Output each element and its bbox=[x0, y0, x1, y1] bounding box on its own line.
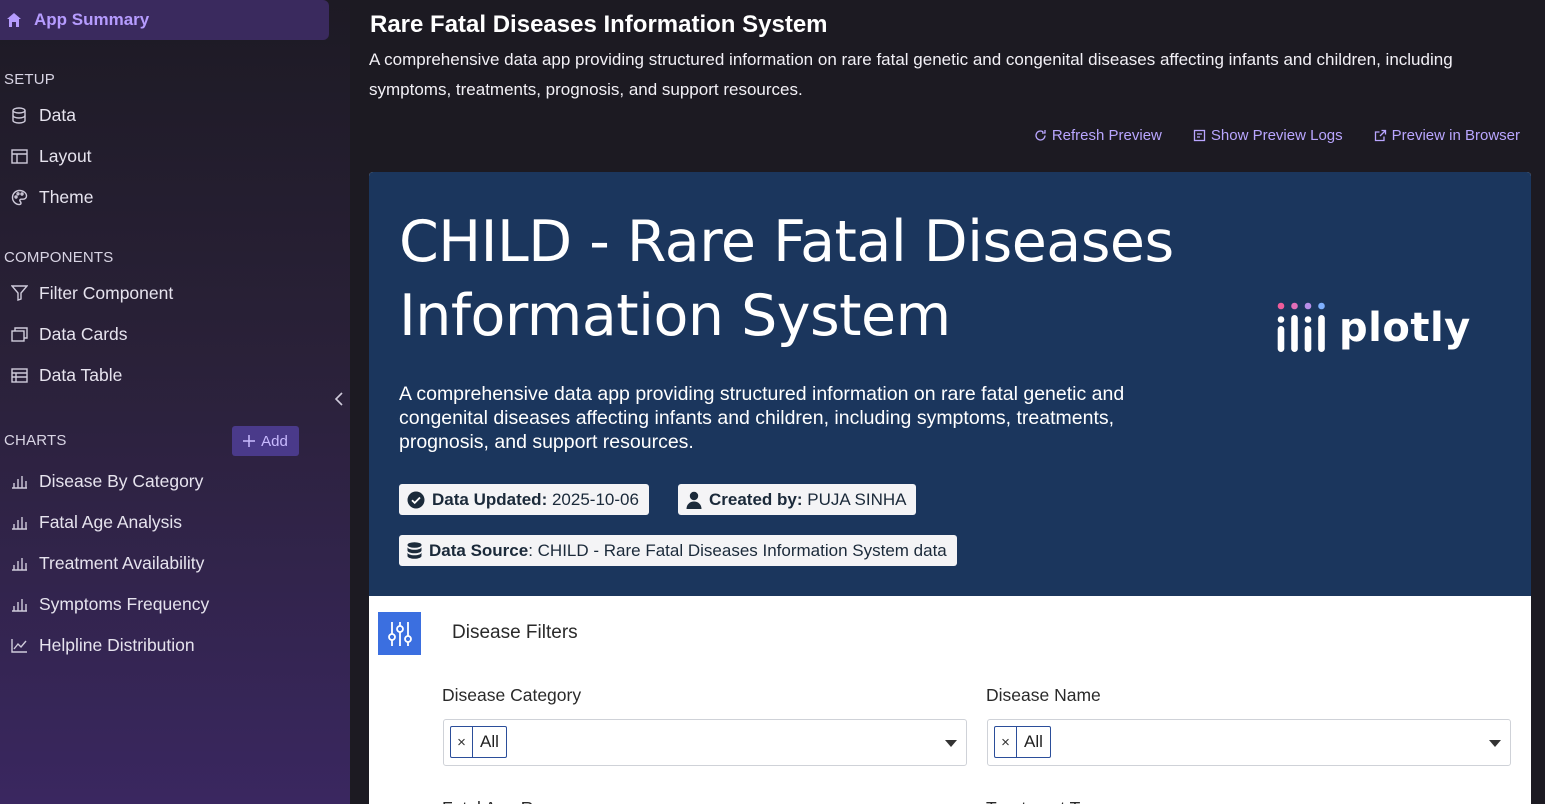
app-summary-label: App Summary bbox=[34, 10, 150, 29]
sliders-icon bbox=[387, 621, 412, 646]
data-updated-value: 2025-10-06 bbox=[551, 489, 639, 509]
chip-remove-button[interactable]: × bbox=[451, 727, 473, 757]
sidebar-item-label: Disease By Category bbox=[39, 470, 204, 491]
filter-icon bbox=[10, 284, 28, 302]
sidebar-item-app-summary[interactable]: App Summary bbox=[0, 0, 329, 40]
data-source-badge: Data Source: CHILD - Rare Fatal Diseases… bbox=[399, 535, 957, 566]
chevron-left-icon bbox=[334, 392, 343, 406]
data-source-value: : CHILD - Rare Fatal Diseases Informatio… bbox=[528, 540, 947, 560]
bar-chart-icon bbox=[10, 472, 28, 490]
database-icon bbox=[10, 106, 28, 124]
sidebar-item-symptoms-frequency[interactable]: Symptoms Frequency bbox=[10, 591, 209, 617]
sidebar: App Summary SETUP Data Layout Theme COMP… bbox=[0, 0, 350, 804]
sidebar-item-label: Helpline Distribution bbox=[39, 634, 195, 655]
section-title-setup: SETUP bbox=[4, 71, 56, 88]
line-chart-icon bbox=[10, 636, 28, 654]
sidebar-item-label: Fatal Age Analysis bbox=[39, 511, 182, 532]
section-title-charts: CHARTS bbox=[4, 432, 67, 449]
sidebar-item-helpline-distribution[interactable]: Helpline Distribution bbox=[10, 632, 195, 658]
created-by-label: Created by: bbox=[709, 489, 803, 509]
sidebar-item-theme[interactable]: Theme bbox=[10, 184, 93, 210]
refresh-preview-label: Refresh Preview bbox=[1051, 127, 1162, 144]
refresh-icon bbox=[1035, 130, 1046, 141]
chip-value: All bbox=[480, 732, 499, 751]
chip-value: All bbox=[1024, 732, 1043, 751]
created-by-badge: Created by: PUJA SINHA bbox=[678, 484, 917, 515]
cards-icon bbox=[10, 325, 28, 343]
preview-in-browser-label: Preview in Browser bbox=[1391, 127, 1520, 144]
treatment-type-label: Treatment Type bbox=[986, 796, 1108, 804]
logs-icon bbox=[1193, 129, 1206, 142]
created-by-value: PUJA SINHA bbox=[807, 489, 907, 509]
bar-chart-icon bbox=[10, 513, 28, 531]
page-title: Rare Fatal Diseases Information System bbox=[370, 11, 828, 38]
plotly-mark-icon bbox=[1277, 302, 1325, 352]
data-updated-label: Data Updated: bbox=[432, 489, 548, 509]
disease-category-dropdown[interactable]: × All bbox=[443, 719, 967, 766]
chevron-down-icon[interactable] bbox=[1489, 740, 1501, 747]
plus-icon bbox=[243, 435, 256, 447]
bar-chart-icon bbox=[10, 595, 28, 613]
disease-category-label: Disease Category bbox=[442, 685, 582, 705]
palette-icon bbox=[10, 188, 28, 206]
sidebar-item-label: Layout bbox=[39, 145, 92, 166]
selected-chip: × All bbox=[450, 726, 507, 758]
app-preview: CHILD - Rare Fatal Diseases Information … bbox=[369, 172, 1531, 804]
app-description: A comprehensive data app providing struc… bbox=[399, 383, 1125, 453]
bar-chart-icon bbox=[10, 554, 28, 572]
app-title: CHILD - Rare Fatal Diseases Information … bbox=[399, 209, 1174, 349]
preview-in-browser-link[interactable]: Preview in Browser bbox=[1374, 127, 1520, 144]
sidebar-item-layout[interactable]: Layout bbox=[10, 143, 92, 169]
table-icon bbox=[10, 366, 28, 384]
add-chart-button[interactable]: Add bbox=[232, 426, 299, 456]
app-banner: CHILD - Rare Fatal Diseases Information … bbox=[369, 172, 1531, 596]
show-preview-logs-link[interactable]: Show Preview Logs bbox=[1193, 127, 1343, 144]
collapse-sidebar-button[interactable] bbox=[330, 388, 348, 410]
sidebar-item-label: Theme bbox=[39, 186, 94, 207]
plotly-logo: plotly bbox=[1277, 302, 1471, 354]
check-circle-icon bbox=[407, 491, 425, 508]
fatal-age-range-label: Fatal Age Range bbox=[442, 796, 572, 804]
sidebar-item-data-table[interactable]: Data Table bbox=[10, 362, 122, 388]
sidebar-item-disease-by-category[interactable]: Disease By Category bbox=[10, 468, 203, 494]
sidebar-item-treatment-availability[interactable]: Treatment Availability bbox=[10, 550, 204, 576]
preview-toolbar: Refresh Preview Show Preview Logs Previe… bbox=[1034, 127, 1520, 144]
show-preview-logs-label: Show Preview Logs bbox=[1210, 127, 1343, 144]
filter-settings-button[interactable] bbox=[378, 612, 421, 655]
disease-name-label: Disease Name bbox=[986, 685, 1101, 705]
external-link-icon bbox=[1374, 129, 1386, 142]
section-title-components: COMPONENTS bbox=[4, 249, 114, 266]
sidebar-item-label: Treatment Availability bbox=[39, 552, 205, 573]
sidebar-item-label: Data bbox=[39, 104, 76, 125]
selected-chip: × All bbox=[994, 726, 1051, 758]
sidebar-item-label: Filter Component bbox=[39, 282, 174, 303]
home-icon bbox=[7, 13, 21, 27]
layout-icon bbox=[10, 147, 28, 165]
sidebar-item-filter-component[interactable]: Filter Component bbox=[10, 280, 173, 306]
add-button-label: Add bbox=[261, 432, 288, 450]
user-icon bbox=[686, 491, 702, 509]
sidebar-item-label: Data Table bbox=[39, 364, 123, 385]
chip-remove-button[interactable]: × bbox=[995, 727, 1017, 757]
filters-title: Disease Filters bbox=[452, 622, 578, 643]
data-source-label: Data Source bbox=[429, 540, 529, 560]
chevron-down-icon[interactable] bbox=[945, 740, 957, 747]
database-icon bbox=[407, 541, 422, 559]
disease-name-dropdown[interactable]: × All bbox=[987, 719, 1511, 766]
refresh-preview-link[interactable]: Refresh Preview bbox=[1034, 127, 1162, 144]
sidebar-item-data[interactable]: Data bbox=[10, 102, 76, 128]
sidebar-item-fatal-age-analysis[interactable]: Fatal Age Analysis bbox=[10, 509, 182, 535]
plotly-logo-text: plotly bbox=[1339, 305, 1471, 351]
sidebar-item-data-cards[interactable]: Data Cards bbox=[10, 321, 128, 347]
sidebar-item-label: Symptoms Frequency bbox=[39, 593, 210, 614]
data-updated-badge: Data Updated: 2025-10-06 bbox=[399, 484, 649, 515]
page-description: A comprehensive data app providing struc… bbox=[369, 50, 1453, 99]
sidebar-item-label: Data Cards bbox=[39, 323, 128, 344]
